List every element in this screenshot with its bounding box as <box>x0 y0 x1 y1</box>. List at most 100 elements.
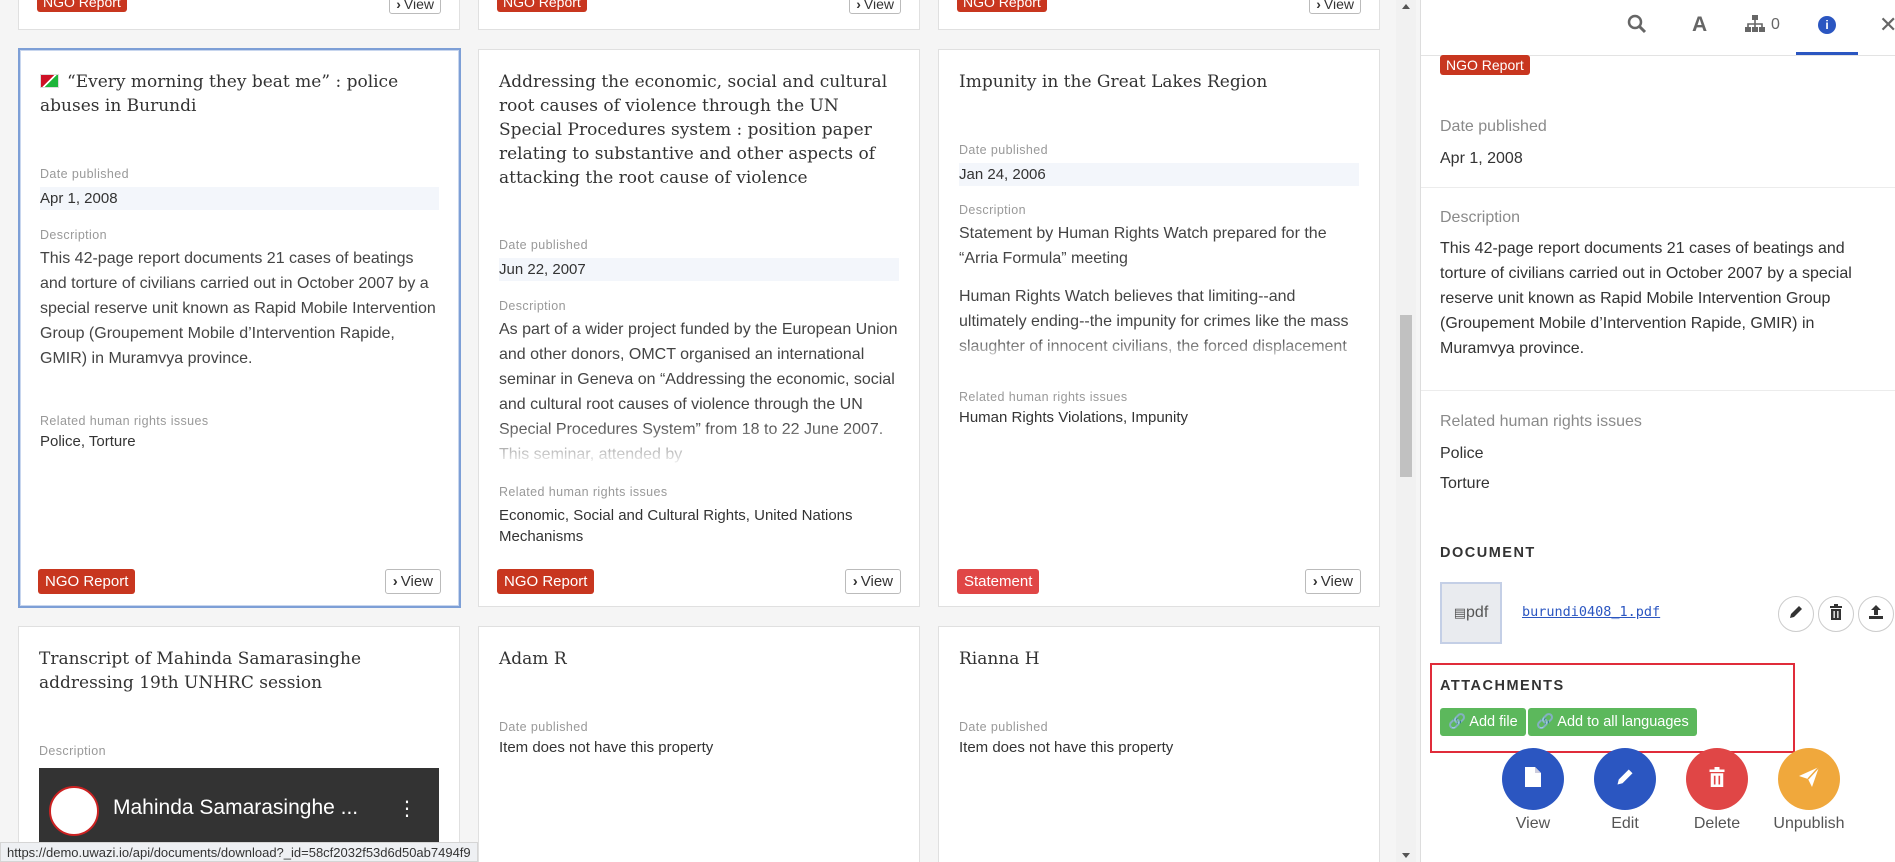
issues-label: Related human rights issues <box>1440 413 1642 430</box>
scroll-down-arrow[interactable] <box>1402 853 1410 858</box>
chevron-right-icon: › <box>852 573 858 590</box>
type-badge: NGO Report <box>497 0 587 12</box>
type-badge: NGO Report <box>497 569 595 594</box>
channel-logo <box>49 786 99 836</box>
date-value: Apr 1, 2008 <box>40 187 439 210</box>
document-card[interactable]: Impunity in the Great Lakes Region Date … <box>938 49 1380 607</box>
trash-icon <box>1708 766 1726 792</box>
add-file-button[interactable]: 🔗 Add file <box>1440 708 1526 736</box>
chevron-right-icon: › <box>1316 0 1321 12</box>
description-label: Description <box>39 744 106 758</box>
view-button[interactable]: › View <box>849 0 901 14</box>
delete-action-button[interactable] <box>1686 748 1748 810</box>
description-text-2: Human Rights Watch believes that limitin… <box>959 288 1349 355</box>
view-label: View <box>1323 0 1354 12</box>
issues-label: Related human rights issues <box>959 390 1128 404</box>
burundi-flag-icon <box>40 74 59 88</box>
card-stub[interactable]: NGO Report › View <box>18 0 460 30</box>
paper-plane-icon <box>1798 765 1820 793</box>
type-badge: NGO Report <box>38 569 136 594</box>
document-card[interactable]: Addressing the economic, social and cult… <box>478 49 920 607</box>
view-label: View <box>1320 573 1353 590</box>
description-label: Description <box>499 299 566 313</box>
main-scrollbar[interactable] <box>1396 0 1416 862</box>
document-grid: NGO Report › View NGO Report › View NGO Re… <box>0 0 1396 862</box>
view-button[interactable]: › View <box>1304 569 1361 594</box>
description-label: Description <box>959 203 1026 217</box>
date-label: Date published <box>959 720 1048 734</box>
card-stub[interactable]: NGO Report › View <box>478 0 920 30</box>
card-title: “Every morning they beat me” : police ab… <box>40 70 439 118</box>
card-title: Addressing the economic, social and cult… <box>499 72 888 188</box>
file-pdf-icon: ▤ <box>1453 605 1467 620</box>
attachments-heading: ATTACHMENTS <box>1440 678 1565 694</box>
delete-action-label: Delete <box>1693 815 1741 832</box>
description-value: This 42-page report documents 21 cases o… <box>1440 240 1852 357</box>
issues-value: Police, Torture <box>40 433 136 450</box>
unpublish-action-button[interactable] <box>1778 748 1840 810</box>
type-badge: NGO Report <box>1440 55 1530 75</box>
document-card[interactable]: Transcript of Mahinda Samarasinghe addre… <box>18 626 460 862</box>
description-text: This 42-page report documents 21 cases o… <box>40 250 436 367</box>
date-label: Date published <box>499 238 588 252</box>
close-icon[interactable]: ✕ <box>1879 12 1895 38</box>
document-filename-link[interactable]: burundi0408_1.pdf <box>1522 604 1660 620</box>
card-stub[interactable]: NGO Report › View <box>938 0 1380 30</box>
scroll-thumb[interactable] <box>1400 315 1412 477</box>
document-card[interactable]: Rianna H Date published Item does not ha… <box>938 626 1380 862</box>
issues-label: Related human rights issues <box>40 414 209 428</box>
issue-item: Torture <box>1440 475 1490 492</box>
card-title-text: “Every morning they beat me” : police ab… <box>40 72 399 116</box>
view-label: View <box>860 573 893 590</box>
card-title: Impunity in the Great Lakes Region <box>959 72 1268 92</box>
document-heading: DOCUMENT <box>1440 545 1536 561</box>
view-label: View <box>403 0 434 12</box>
doc-type: pdf <box>1466 604 1489 621</box>
view-button[interactable]: › View <box>844 569 901 594</box>
scroll-up-arrow[interactable] <box>1402 4 1410 9</box>
file-icon <box>1524 766 1542 793</box>
search-icon[interactable] <box>1627 14 1647 40</box>
type-badge: NGO Report <box>37 0 127 12</box>
connections-icon[interactable] <box>1744 14 1766 40</box>
panel-toolbar: A 0 i ✕ <box>1421 0 1895 56</box>
chevron-right-icon: › <box>392 573 398 590</box>
date-label: Date published <box>499 720 588 734</box>
chevron-right-icon: › <box>856 0 861 12</box>
issues-value: Economic, Social and Cultural Rights, Un… <box>499 507 853 545</box>
issues-label: Related human rights issues <box>499 485 668 499</box>
pdf-thumbnail[interactable]: ▤pdf <box>1440 582 1502 644</box>
view-button[interactable]: › View <box>384 569 441 594</box>
delete-document-button[interactable] <box>1818 596 1854 632</box>
view-button[interactable]: › View <box>389 0 441 14</box>
add-to-all-languages-button[interactable]: 🔗 Add to all languages <box>1528 708 1697 736</box>
link-icon: 🔗 <box>1448 714 1467 730</box>
add-to-all-languages-label: Add to all languages <box>1557 714 1689 730</box>
issue-item: Police <box>1440 445 1484 462</box>
more-options-icon[interactable]: ⋮ <box>397 796 417 821</box>
font-icon[interactable]: A <box>1692 13 1707 37</box>
issues-value: Human Rights Violations, Impunity <box>959 409 1188 426</box>
tab-info[interactable]: i <box>1796 0 1858 55</box>
info-icon: i <box>1818 16 1836 34</box>
edit-action-button[interactable] <box>1594 748 1656 810</box>
description-label: Description <box>40 228 107 242</box>
description-text: Statement by Human Rights Watch prepared… <box>959 225 1327 267</box>
document-card[interactable]: Adam R Date published Item does not have… <box>478 626 920 862</box>
card-title: Adam R <box>499 649 567 669</box>
date-value: Jun 22, 2007 <box>499 258 899 281</box>
type-badge: Statement <box>957 569 1040 594</box>
date-value: Item does not have this property <box>959 739 1174 756</box>
document-card-selected[interactable]: “Every morning they beat me” : police ab… <box>18 48 461 608</box>
upload-icon <box>1868 604 1884 625</box>
view-button[interactable]: › View <box>1309 0 1361 14</box>
edit-document-button[interactable] <box>1778 596 1814 632</box>
date-value: Apr 1, 2008 <box>1440 150 1523 167</box>
description-label: Description <box>1440 209 1521 226</box>
card-title: Rianna H <box>959 649 1040 669</box>
chevron-right-icon: › <box>396 0 401 12</box>
view-action-button[interactable] <box>1502 748 1564 810</box>
upload-document-button[interactable] <box>1858 596 1894 632</box>
view-label: View <box>863 0 894 12</box>
metadata-side-panel: A 0 i ✕ NGO Report Date published Apr 1,… <box>1420 0 1895 862</box>
